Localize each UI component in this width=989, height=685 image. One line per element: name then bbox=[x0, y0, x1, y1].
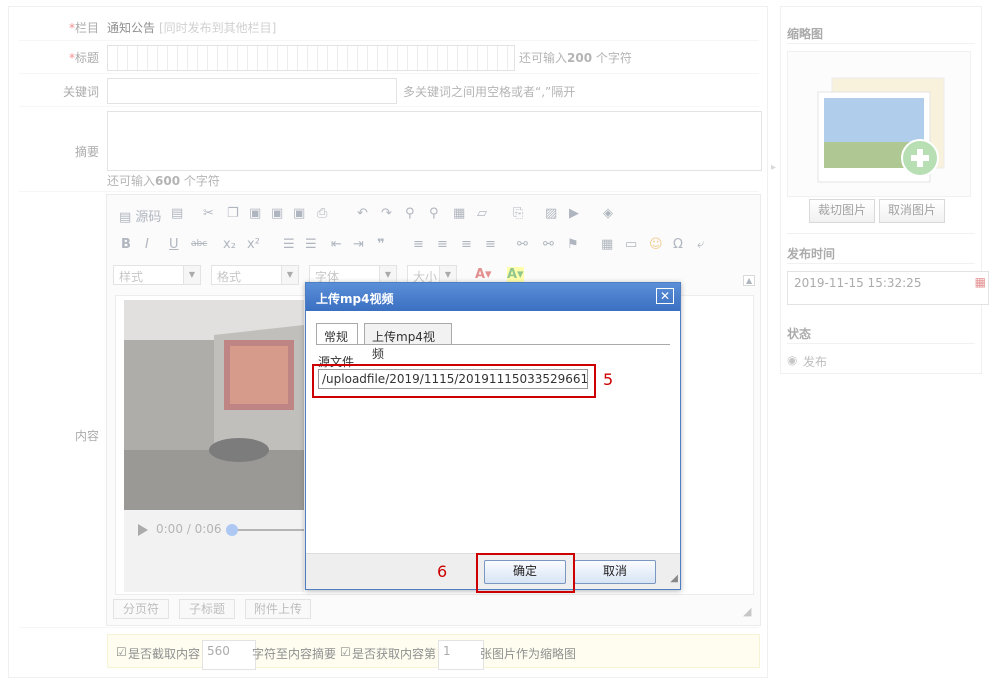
tab-upload-mp4[interactable]: 上传mp4视频 bbox=[364, 323, 452, 361]
annotation-box-5 bbox=[312, 364, 596, 398]
tab-divider bbox=[316, 344, 670, 345]
annotation-5: 5 bbox=[603, 370, 614, 389]
close-icon[interactable]: ✕ bbox=[656, 288, 674, 304]
annotation-box-6 bbox=[476, 553, 575, 593]
dialog-title: 上传mp4视频 bbox=[306, 283, 680, 311]
cancel-button[interactable]: 取消 bbox=[574, 560, 656, 584]
annotation-6: 6 bbox=[437, 562, 448, 581]
upload-video-dialog: 上传mp4视频 ✕ 常规 上传mp4视频 源文件 /uploadfile/201… bbox=[305, 282, 681, 590]
tab-general[interactable]: 常规 bbox=[316, 323, 358, 345]
dialog-resize-icon[interactable]: ◢ bbox=[670, 573, 678, 584]
